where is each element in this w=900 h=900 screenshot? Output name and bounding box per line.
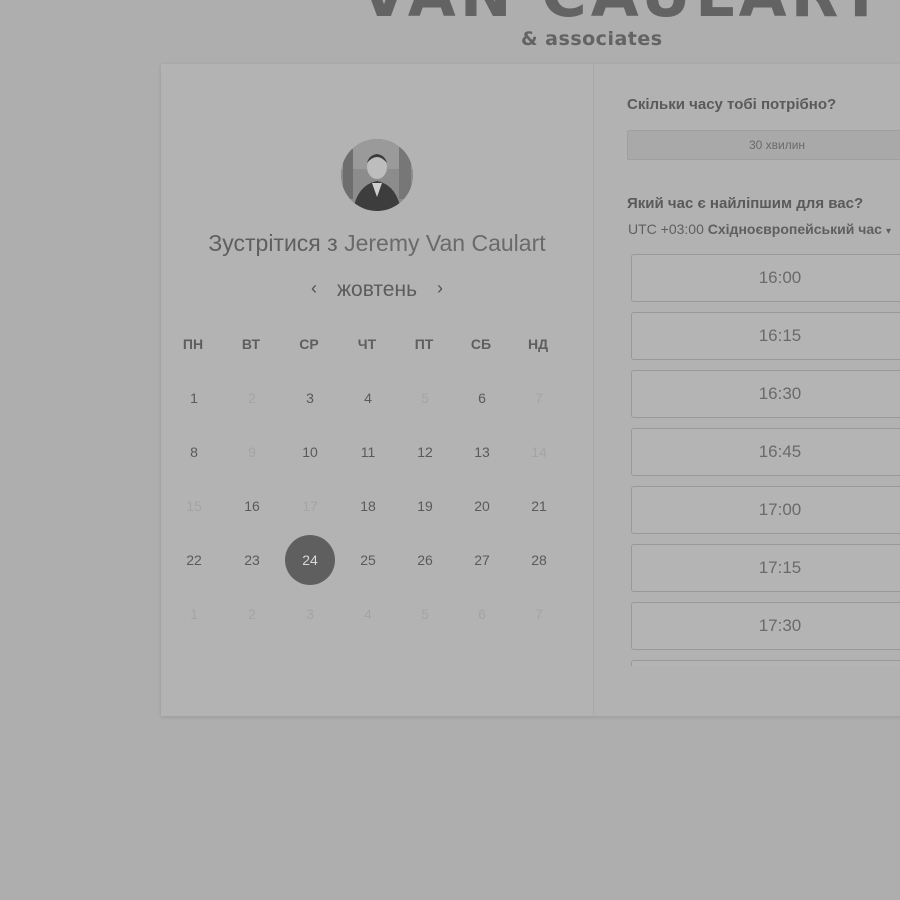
calendar-day: 5 [421, 606, 429, 622]
calendar-day[interactable]: 8 [169, 427, 219, 477]
brand-header: VAN CAULART & associates [0, 0, 900, 60]
calendar-day: 3 [306, 606, 314, 622]
calendar-day[interactable]: 16 [227, 481, 277, 531]
duration-select[interactable]: 30 хвилин [627, 130, 900, 160]
calendar-day: 15 [186, 498, 202, 514]
calendar-day[interactable]: 27 [457, 535, 507, 585]
scheduling-card: Зустрітися з Jeremy Van Caulart ‹ жовтен… [161, 64, 900, 716]
calendar-day[interactable]: 1 [169, 373, 219, 423]
calendar-day[interactable]: 19 [400, 481, 450, 531]
brand-logo-text: VAN CAULART [360, 0, 886, 31]
time-question: Який час є найліпшим для вас? [627, 195, 864, 212]
booking-panel: Скільки часу тобі потрібно? 30 хвилин Як… [593, 64, 900, 716]
timezone-name: Східноєвропейський час [707, 221, 882, 237]
calendar-day[interactable]: 20 [457, 481, 507, 531]
time-slot-list: 16:00 16:15 16:30 16:45 17:00 17:15 17:30 [631, 254, 900, 666]
calendar-day: 6 [478, 606, 486, 622]
time-slot-button[interactable]: 17:30 [631, 602, 900, 650]
calendar-day[interactable]: 11 [343, 427, 393, 477]
time-slot-button[interactable] [631, 660, 900, 666]
caret-down-icon: ▾ [885, 226, 891, 237]
time-slot-button[interactable]: 16:15 [631, 312, 900, 360]
calendar-day: 1 [190, 606, 198, 622]
calendar-day[interactable]: 13 [457, 427, 507, 477]
calendar-day[interactable]: 22 [169, 535, 219, 585]
timezone-select[interactable]: UTC +03:00 Східноєвропейський час ▾ [628, 221, 891, 237]
timezone-offset: UTC +03:00 [628, 221, 704, 237]
calendar-day: 4 [364, 606, 372, 622]
calendar-day: 2 [248, 390, 256, 406]
calendar-day[interactable]: 18 [343, 481, 393, 531]
calendar-day: 7 [535, 606, 543, 622]
brand-subtitle: & associates [521, 28, 663, 50]
calendar-day[interactable]: 23 [227, 535, 277, 585]
calendar-day[interactable]: 12 [400, 427, 450, 477]
time-slot-button[interactable]: 17:00 [631, 486, 900, 534]
time-slot-button[interactable]: 16:45 [631, 428, 900, 476]
calendar-panel: Зустрітися з Jeremy Van Caulart ‹ жовтен… [161, 64, 593, 716]
time-slot-button[interactable]: 17:15 [631, 544, 900, 592]
calendar-day: 7 [535, 390, 543, 406]
calendar-day[interactable]: 3 [285, 373, 335, 423]
calendar-day: 17 [302, 498, 318, 514]
calendar-day: 2 [248, 606, 256, 622]
calendar-day[interactable]: 25 [343, 535, 393, 585]
calendar-day[interactable]: 4 [343, 373, 393, 423]
calendar-day: 5 [421, 390, 429, 406]
calendar-day[interactable]: 28 [514, 535, 564, 585]
calendar-day[interactable]: 6 [457, 373, 507, 423]
time-slot-button[interactable]: 16:00 [631, 254, 900, 302]
calendar-day: 14 [531, 444, 547, 460]
calendar-day-selected[interactable]: 24 [285, 535, 335, 585]
calendar-day[interactable]: 10 [285, 427, 335, 477]
calendar-day[interactable]: 21 [514, 481, 564, 531]
calendar-day: 9 [248, 444, 256, 460]
time-slot-button[interactable]: 16:30 [631, 370, 900, 418]
calendar-grid: 1 2 3 4 5 6 7 8 9 10 11 12 13 14 15 16 17 18 19 20 21 22 23 24 2… [161, 64, 593, 716]
duration-question: Скільки часу тобі потрібно? [627, 96, 837, 113]
calendar-day[interactable]: 26 [400, 535, 450, 585]
